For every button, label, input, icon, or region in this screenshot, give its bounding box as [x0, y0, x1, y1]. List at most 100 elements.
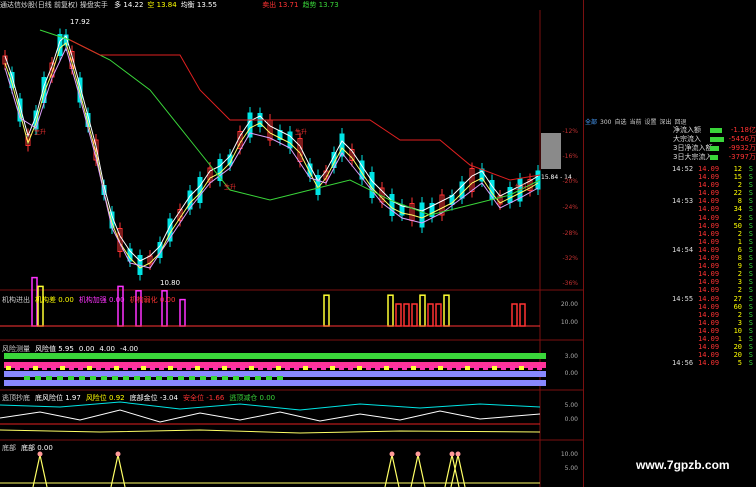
tick-row: 14.09 3 S: [670, 319, 756, 327]
tick-direction: S: [748, 334, 753, 343]
risk-cell: [321, 366, 326, 370]
risk-cell: [240, 366, 245, 370]
signal-label: 生升: [295, 129, 308, 136]
tick-row: 14.09 15 S: [670, 173, 756, 181]
tick-row: 14.09 1 S: [670, 238, 756, 246]
risk-cell: [231, 366, 236, 370]
flow-row: 3日大宗流入 -3797万: [672, 153, 756, 162]
risk-cell: [87, 366, 92, 370]
panel2-label-2: 0.00: [78, 345, 95, 353]
risk-cell: [255, 376, 261, 380]
risk-cell: [420, 366, 425, 370]
tick-volume: 50: [733, 221, 742, 230]
axis-tick: -24%: [562, 204, 578, 211]
axis-tick: 10.00: [560, 319, 578, 326]
side-tab[interactable]: 300: [600, 119, 611, 126]
tick-price: 14.09: [698, 205, 720, 214]
tick-direction: S: [748, 278, 753, 287]
inst-bar: [519, 303, 526, 327]
side-tab[interactable]: 回退: [675, 119, 687, 126]
tick-time: 14:56: [672, 359, 694, 368]
tick-price: 14.09: [698, 334, 720, 343]
inst-bar: [323, 294, 330, 327]
risk-cell: [375, 366, 380, 370]
risk-cell: [402, 366, 407, 370]
tick-price: 14.09: [698, 343, 720, 352]
risk-cell: [211, 376, 217, 380]
resistance-line: [69, 39, 541, 181]
flow-bar: [710, 146, 720, 151]
side-tab[interactable]: 设置: [645, 119, 657, 126]
side-tab[interactable]: 当前: [629, 119, 641, 126]
tick-volume: 27: [733, 294, 742, 303]
panel2-label-1: 风险值 5.95: [35, 345, 74, 353]
tick-direction: S: [748, 302, 753, 311]
bottom-signal-dot: [455, 451, 461, 457]
risk-cell: [123, 366, 128, 370]
flow-name: 3日净流入额: [673, 144, 713, 152]
tick-row: 14:56 14.09 5 S: [670, 359, 756, 367]
tick-volume: 9: [737, 262, 742, 271]
panel4-legend: 底部 底部 0.00: [2, 443, 58, 453]
panel4-label-1: 底部 0.00: [21, 444, 53, 452]
tick-volume: 12: [733, 165, 742, 173]
risk-cell: [69, 366, 74, 370]
risk-cell: [528, 366, 533, 370]
signal-label: 生升: [34, 129, 47, 136]
risk-cell: [51, 366, 56, 370]
inst-bar: [419, 294, 426, 327]
axis-tick: 5.00: [564, 465, 578, 472]
risk-cell: [15, 366, 20, 370]
panel2-legend: 风险测量 风险值 5.95 0.00 4.00 -4.00: [2, 344, 143, 354]
side-tab[interactable]: 自选: [614, 119, 626, 126]
risk-cell: [150, 366, 155, 370]
axis-tick: 0.00: [564, 370, 578, 377]
tick-list[interactable]: 14:52 14.09 12 S 14.09 15 S 14.09 2 S 14.09 22 S 14:5…: [670, 165, 756, 367]
flow-name: 3日大宗流入: [673, 153, 713, 161]
tick-direction: S: [748, 229, 753, 238]
risk-cell: [330, 366, 335, 370]
tick-price: 14.09: [698, 278, 720, 287]
tick-price: 14.09: [698, 221, 720, 230]
risk-cell: [167, 376, 173, 380]
tick-direction: S: [748, 245, 753, 254]
flow-row: 3日净流入额 -9932万: [672, 144, 756, 153]
panel3-legend: 逃顶抄底 底风险位 1.97 风险位 0.92 底部金位 -3.04 安全位 -1.66…: [2, 393, 280, 403]
kline-chart[interactable]: [0, 0, 583, 487]
risk-cell: [132, 366, 137, 370]
signal-label: 生升: [515, 184, 528, 191]
risk-cell: [105, 366, 110, 370]
risk-cell: [456, 366, 461, 370]
tick-price: 14.09: [698, 173, 720, 182]
panel1-label-2: 机构加强 0.00: [78, 296, 125, 304]
flow-row: 大宗流入 -5456万: [672, 135, 756, 144]
risk-cell: [123, 376, 129, 380]
side-tab[interactable]: 深出: [660, 119, 672, 126]
risk-cell: [266, 376, 272, 380]
tick-volume: 34: [733, 205, 742, 214]
panel2-label-0: 风险测量: [2, 345, 30, 353]
tick-volume: 1: [737, 237, 742, 246]
bottom-signal-spike: [32, 454, 48, 487]
bottom-signal-dot: [389, 451, 395, 457]
panel1-label-1: 机构差 0.00: [35, 296, 74, 304]
risk-band-blue: [4, 371, 546, 377]
tick-row: 14.09 22 S: [670, 189, 756, 197]
tick-volume: 2: [737, 181, 742, 190]
tick-direction: S: [748, 197, 753, 206]
risk-cell: [303, 366, 308, 370]
risk-cell: [213, 366, 218, 370]
risk-cell: [492, 366, 497, 370]
panel4-label-0: 底部: [2, 444, 16, 452]
inst-bar: [37, 285, 44, 327]
tick-row: 14.09 9 S: [670, 262, 756, 270]
risk-cell: [501, 366, 506, 370]
axis-tick: -16%: [562, 153, 578, 160]
risk-cell: [474, 366, 479, 370]
flow-value: -5456万: [728, 135, 756, 143]
tick-volume: 15: [733, 173, 742, 182]
risk-cell: [186, 366, 191, 370]
risk-cell: [33, 366, 38, 370]
side-tab[interactable]: 全部: [585, 119, 597, 126]
risk-cell: [57, 376, 63, 380]
